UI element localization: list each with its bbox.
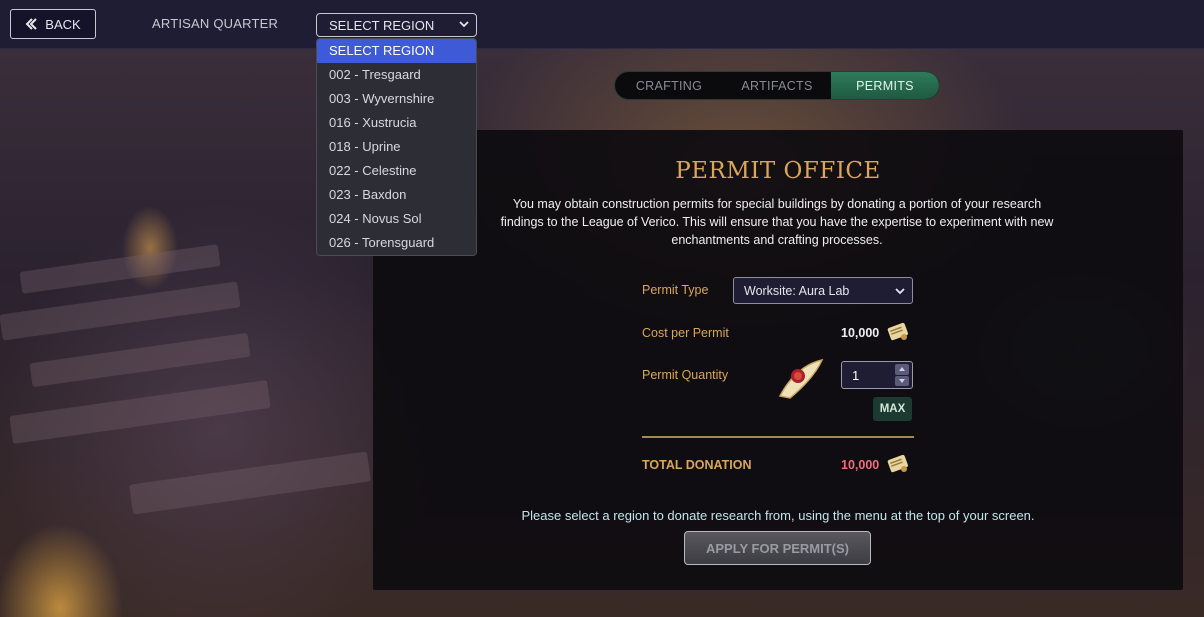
apply-button[interactable]: APPLY FOR PERMIT(S) — [684, 531, 871, 565]
permit-type-select[interactable]: Worksite: Aura Lab — [733, 277, 913, 304]
permit-scroll-icon — [778, 358, 824, 399]
cost-label: Cost per Permit — [642, 326, 729, 340]
book-shape — [9, 380, 271, 444]
back-arrow-icon — [25, 18, 38, 30]
region-option[interactable]: SELECT REGION — [317, 39, 476, 63]
research-scroll-icon — [887, 322, 908, 341]
region-dropdown: SELECT REGION 002 - Tresgaard 003 - Wyve… — [316, 38, 477, 256]
increment-button[interactable] — [895, 364, 909, 375]
quantity-stepper[interactable] — [895, 364, 909, 386]
chevron-down-icon — [899, 378, 905, 383]
region-option[interactable]: 022 - Celestine — [317, 159, 476, 183]
decrement-button[interactable] — [895, 375, 909, 386]
intro-line: You may obtain construction permits for … — [512, 197, 1042, 211]
area-title: ARTISAN QUARTER — [152, 16, 279, 31]
region-option[interactable]: 024 - Novus Sol — [317, 207, 476, 231]
book-shape — [19, 244, 221, 294]
book-shape — [29, 332, 251, 388]
research-scroll-icon — [887, 454, 908, 473]
book-shape — [129, 451, 371, 515]
region-option[interactable]: 026 - Torensguard — [317, 231, 476, 255]
divider — [642, 436, 914, 438]
total-donation-label: TOTAL DONATION — [642, 458, 752, 472]
chevron-down-icon — [459, 21, 469, 28]
region-select[interactable]: SELECT REGION — [316, 13, 477, 37]
max-button[interactable]: MAX — [873, 397, 912, 421]
region-option[interactable]: 018 - Uprine — [317, 135, 476, 159]
intro-line: findings to the League of Verico. This w… — [500, 215, 1054, 229]
back-button[interactable]: BACK — [10, 9, 96, 39]
tab-artifacts[interactable]: ARTIFACTS — [723, 72, 831, 99]
quantity-input[interactable]: 1 — [841, 361, 913, 389]
page-title: PERMIT OFFICE — [675, 158, 881, 184]
tab-permits[interactable]: PERMITS — [831, 72, 939, 99]
total-donation-value: 10,000 — [841, 458, 880, 472]
region-option[interactable]: 016 - Xustrucia — [317, 111, 476, 135]
intro-text: You may obtain construction permits for … — [497, 195, 1057, 249]
section-tabs: CRAFTING ARTIFACTS PERMITS — [614, 71, 940, 100]
intro-line: enchantments and crafting processes. — [671, 233, 883, 247]
quantity-label: Permit Quantity — [642, 368, 729, 382]
back-label: BACK — [45, 16, 81, 32]
cost-value: 10,000 — [841, 326, 880, 340]
permit-type-value: Worksite: Aura Lab — [744, 283, 850, 298]
region-option[interactable]: 002 - Tresgaard — [317, 63, 476, 87]
quantity-value: 1 — [852, 367, 860, 383]
chevron-up-icon — [899, 367, 905, 372]
tab-crafting[interactable]: CRAFTING — [615, 72, 723, 99]
region-option[interactable]: 023 - Baxdon — [317, 183, 476, 207]
region-select-value: SELECT REGION — [329, 17, 435, 33]
region-option[interactable]: 003 - Wyvernshire — [317, 87, 476, 111]
chevron-down-icon — [895, 288, 905, 295]
region-notice: Please select a region to donate researc… — [521, 508, 1035, 523]
permit-type-label: Permit Type — [642, 283, 709, 297]
top-bar: BACK ARTISAN QUARTER SELECT REGION — [0, 0, 1204, 49]
